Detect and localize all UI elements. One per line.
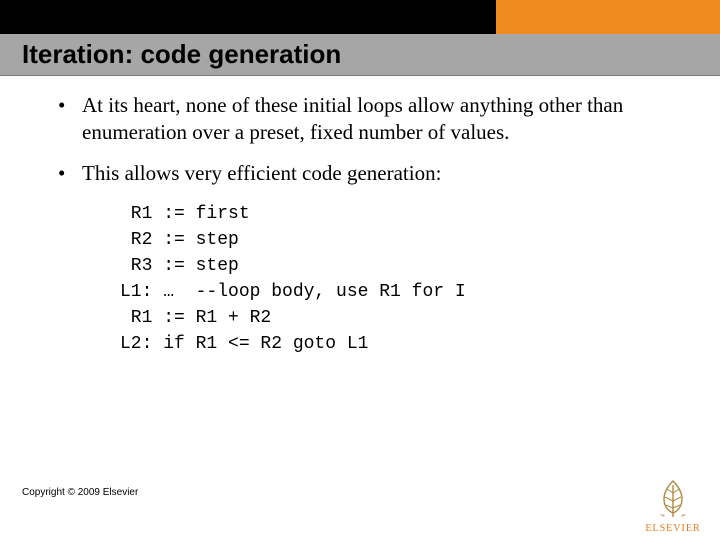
bullet-item: This allows very efficient code generati… <box>52 160 668 187</box>
publisher-logo: ELSEVIER <box>638 475 708 534</box>
code-line: R3 := step <box>120 256 239 276</box>
bullet-list: At its heart, none of these initial loop… <box>52 92 668 187</box>
code-line: L1: … --loop body, use R1 for I <box>120 282 466 302</box>
code-line: R2 := step <box>120 230 239 250</box>
slide-body: At its heart, none of these initial loop… <box>0 92 720 357</box>
code-line: L2: if R1 <= R2 goto L1 <box>120 334 368 354</box>
title-bar: Iteration: code generation <box>0 34 720 76</box>
code-line: R1 := first <box>120 204 250 224</box>
code-line: R1 := R1 + R2 <box>120 308 271 328</box>
header-orange-block <box>496 0 720 34</box>
code-block: R1 := first R2 := step R3 := step L1: … … <box>120 201 668 358</box>
slide-title: Iteration: code generation <box>0 34 720 74</box>
publisher-logo-label: ELSEVIER <box>638 523 708 534</box>
copyright-text: Copyright © 2009 Elsevier <box>22 487 138 498</box>
bullet-item: At its heart, none of these initial loop… <box>52 92 668 146</box>
elsevier-tree-icon <box>650 475 696 521</box>
